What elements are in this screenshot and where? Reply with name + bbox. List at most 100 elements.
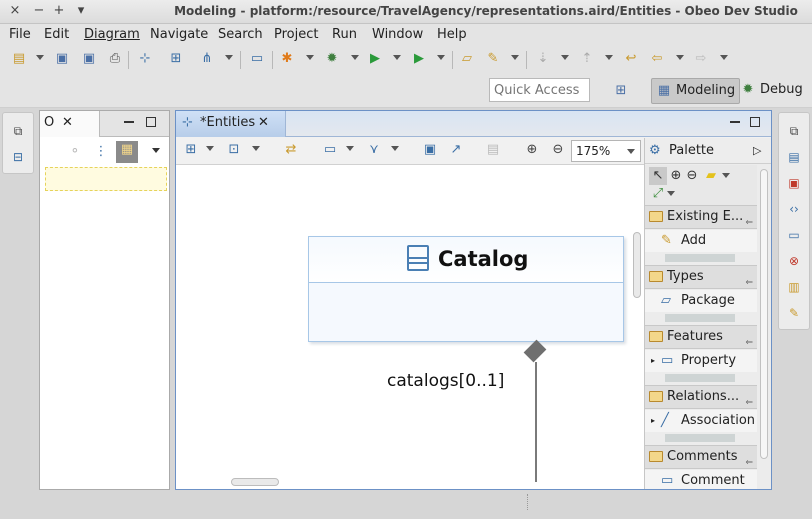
new-project-icon[interactable]: ⊞ bbox=[167, 50, 185, 68]
save-all-icon[interactable]: ▣ bbox=[80, 50, 98, 68]
run-icon[interactable]: ▶ bbox=[366, 50, 384, 68]
menu-diagram[interactable]: Diagram bbox=[84, 27, 140, 42]
model-explorer-icon[interactable]: ⋔ bbox=[198, 50, 216, 68]
menu-project[interactable]: Project bbox=[274, 27, 318, 42]
select-tool-icon[interactable]: ↖ bbox=[649, 167, 667, 185]
overview-mode-icon[interactable]: ▦ bbox=[116, 141, 138, 163]
tools-dropdown-icon[interactable] bbox=[306, 55, 314, 60]
select-all-icon[interactable]: ⊡ bbox=[225, 141, 243, 159]
outline-view-menu-icon[interactable] bbox=[152, 148, 160, 153]
back-icon[interactable]: ⇦ bbox=[648, 50, 666, 68]
palette-entry-association[interactable]: ▸ ╱ Association bbox=[645, 410, 757, 432]
new-icon[interactable]: ▤ bbox=[10, 50, 28, 68]
problems-icon[interactable]: ▣ bbox=[786, 175, 802, 191]
tab-outline[interactable]: O ✕ bbox=[40, 111, 100, 137]
maximize-editor-icon[interactable] bbox=[750, 117, 760, 127]
tab-entities[interactable]: ⊹ *Entities ✕ bbox=[176, 111, 286, 137]
menu-navigate[interactable]: Navigate bbox=[150, 27, 208, 42]
menu-file[interactable]: File bbox=[9, 27, 31, 42]
export-image-icon[interactable]: ▣ bbox=[421, 141, 439, 159]
palette-drawer-features[interactable]: Features ⇐ bbox=[645, 325, 757, 349]
palette-header[interactable]: ⚙ Palette ▷ bbox=[645, 138, 771, 164]
refresh-icon[interactable]: ⇄ bbox=[282, 141, 300, 159]
minimize-view-icon[interactable] bbox=[124, 121, 134, 123]
print-icon[interactable]: ⎙ bbox=[106, 50, 124, 68]
debug-dropdown-icon[interactable] bbox=[351, 55, 359, 60]
model-explorer-side-icon[interactable]: ⊟ bbox=[10, 149, 26, 165]
back-dropdown-icon[interactable] bbox=[676, 55, 684, 60]
last-edit-icon[interactable]: ↩ bbox=[622, 50, 640, 68]
note-attachment-tool-icon[interactable]: ⤢ bbox=[649, 185, 667, 203]
perspective-debug-button[interactable]: ✹ Debug bbox=[736, 78, 807, 104]
canvas-vertical-scrollbar[interactable] bbox=[631, 166, 641, 466]
external-tools-icon[interactable]: ▶ bbox=[410, 50, 428, 68]
class-node-catalog[interactable]: Catalog bbox=[308, 236, 624, 342]
filters-icon[interactable]: ⋎ bbox=[365, 141, 383, 159]
association-edge[interactable] bbox=[535, 362, 537, 482]
expand-stack-icon[interactable]: ▸ bbox=[651, 410, 655, 432]
zoom-in-icon[interactable]: ⊕ bbox=[523, 141, 541, 159]
open-perspective-icon[interactable]: ⊞ bbox=[612, 82, 630, 100]
note-tool-dropdown-icon[interactable] bbox=[722, 173, 730, 178]
menu-edit[interactable]: Edit bbox=[44, 27, 69, 42]
association-role-label[interactable]: catalogs[0..1] bbox=[387, 371, 504, 391]
close-editor-tab-icon[interactable]: ✕ bbox=[258, 111, 269, 135]
delete-from-model-icon[interactable]: ▤ bbox=[484, 141, 502, 159]
brush-icon[interactable]: ✎ bbox=[484, 50, 502, 68]
palette-entry-comment[interactable]: ▭ Comment bbox=[645, 470, 757, 489]
maximize-view-icon[interactable] bbox=[146, 117, 156, 127]
palette-entry-property[interactable]: ▸ ▭ Property bbox=[645, 350, 757, 372]
console-side-icon[interactable]: ▭ bbox=[786, 227, 802, 243]
note-tool-icon[interactable]: ▰ bbox=[702, 167, 720, 185]
palette-drawer-relations[interactable]: Relations... ⇐ bbox=[645, 385, 757, 409]
console-icon[interactable]: ▭ bbox=[248, 50, 266, 68]
perspective-modeling-button[interactable]: ▦ Modeling bbox=[651, 78, 741, 104]
palette-drawer-existing[interactable]: Existing E... ⇐ bbox=[645, 205, 757, 229]
new-dropdown-icon[interactable] bbox=[36, 55, 44, 60]
menu-run[interactable]: Run bbox=[332, 27, 357, 42]
tree-mode-icon[interactable]: ⋮ bbox=[92, 143, 110, 161]
properties-icon[interactable]: ▤ bbox=[786, 149, 802, 165]
attachment-dropdown-icon[interactable] bbox=[667, 191, 675, 196]
palette-entry-package[interactable]: ▱ Package bbox=[645, 290, 757, 312]
quick-access-input[interactable] bbox=[489, 78, 590, 102]
next-annotation-dropdown-icon[interactable] bbox=[561, 55, 569, 60]
close-tab-icon[interactable]: ✕ bbox=[62, 111, 73, 135]
prev-annotation-icon[interactable]: ⇡ bbox=[578, 50, 596, 68]
restore-icon[interactable]: ⧉ bbox=[786, 123, 802, 139]
save-icon[interactable]: ▣ bbox=[53, 50, 71, 68]
code-icon[interactable]: ‹› bbox=[786, 201, 802, 217]
next-annotation-icon[interactable]: ⇣ bbox=[534, 50, 552, 68]
debug-icon[interactable]: ✹ bbox=[323, 50, 341, 68]
outline-overview-minimap[interactable] bbox=[45, 167, 167, 191]
forward-dropdown-icon[interactable] bbox=[720, 55, 728, 60]
palette-scrollbar[interactable] bbox=[758, 165, 770, 489]
error-log-icon[interactable]: ⊗ bbox=[786, 253, 802, 269]
expand-stack-icon[interactable]: ▸ bbox=[651, 350, 655, 372]
minimize-editor-icon[interactable] bbox=[730, 121, 740, 123]
arrange-icon[interactable]: ⊞ bbox=[182, 141, 200, 159]
filters-dropdown-icon[interactable] bbox=[391, 146, 399, 151]
prev-annotation-dropdown-icon[interactable] bbox=[605, 55, 613, 60]
brush-dropdown-icon[interactable] bbox=[511, 55, 519, 60]
layers-dropdown-icon[interactable] bbox=[346, 146, 354, 151]
brush-side-icon[interactable]: ✎ bbox=[786, 305, 802, 321]
palette-entry-add[interactable]: ✎ Add bbox=[645, 230, 757, 252]
zoom-out-tool-icon[interactable]: ⊖ bbox=[683, 167, 701, 185]
layers-icon[interactable]: ▭ bbox=[321, 141, 339, 159]
forward-icon[interactable]: ⇨ bbox=[692, 50, 710, 68]
zoom-dropdown-icon[interactable] bbox=[627, 149, 635, 154]
pin-icon[interactable]: ↗ bbox=[447, 141, 465, 159]
new-representation-icon[interactable]: ⊹ bbox=[136, 50, 154, 68]
zoom-out-icon[interactable]: ⊖ bbox=[549, 141, 567, 159]
tasks-icon[interactable]: ▥ bbox=[786, 279, 802, 295]
palette-drawer-comments[interactable]: Comments ⇐ bbox=[645, 445, 757, 469]
menu-search[interactable]: Search bbox=[218, 27, 263, 42]
select-dropdown-icon[interactable] bbox=[252, 146, 260, 151]
palette-collapse-icon[interactable]: ▷ bbox=[753, 138, 761, 164]
arrange-dropdown-icon[interactable] bbox=[206, 146, 214, 151]
palette-drawer-types[interactable]: Types ⇐ bbox=[645, 265, 757, 289]
external-tools-dropdown-icon[interactable] bbox=[437, 55, 445, 60]
composition-diamond[interactable] bbox=[523, 339, 547, 363]
outline-mode-icon[interactable]: ⚬ bbox=[66, 143, 84, 161]
